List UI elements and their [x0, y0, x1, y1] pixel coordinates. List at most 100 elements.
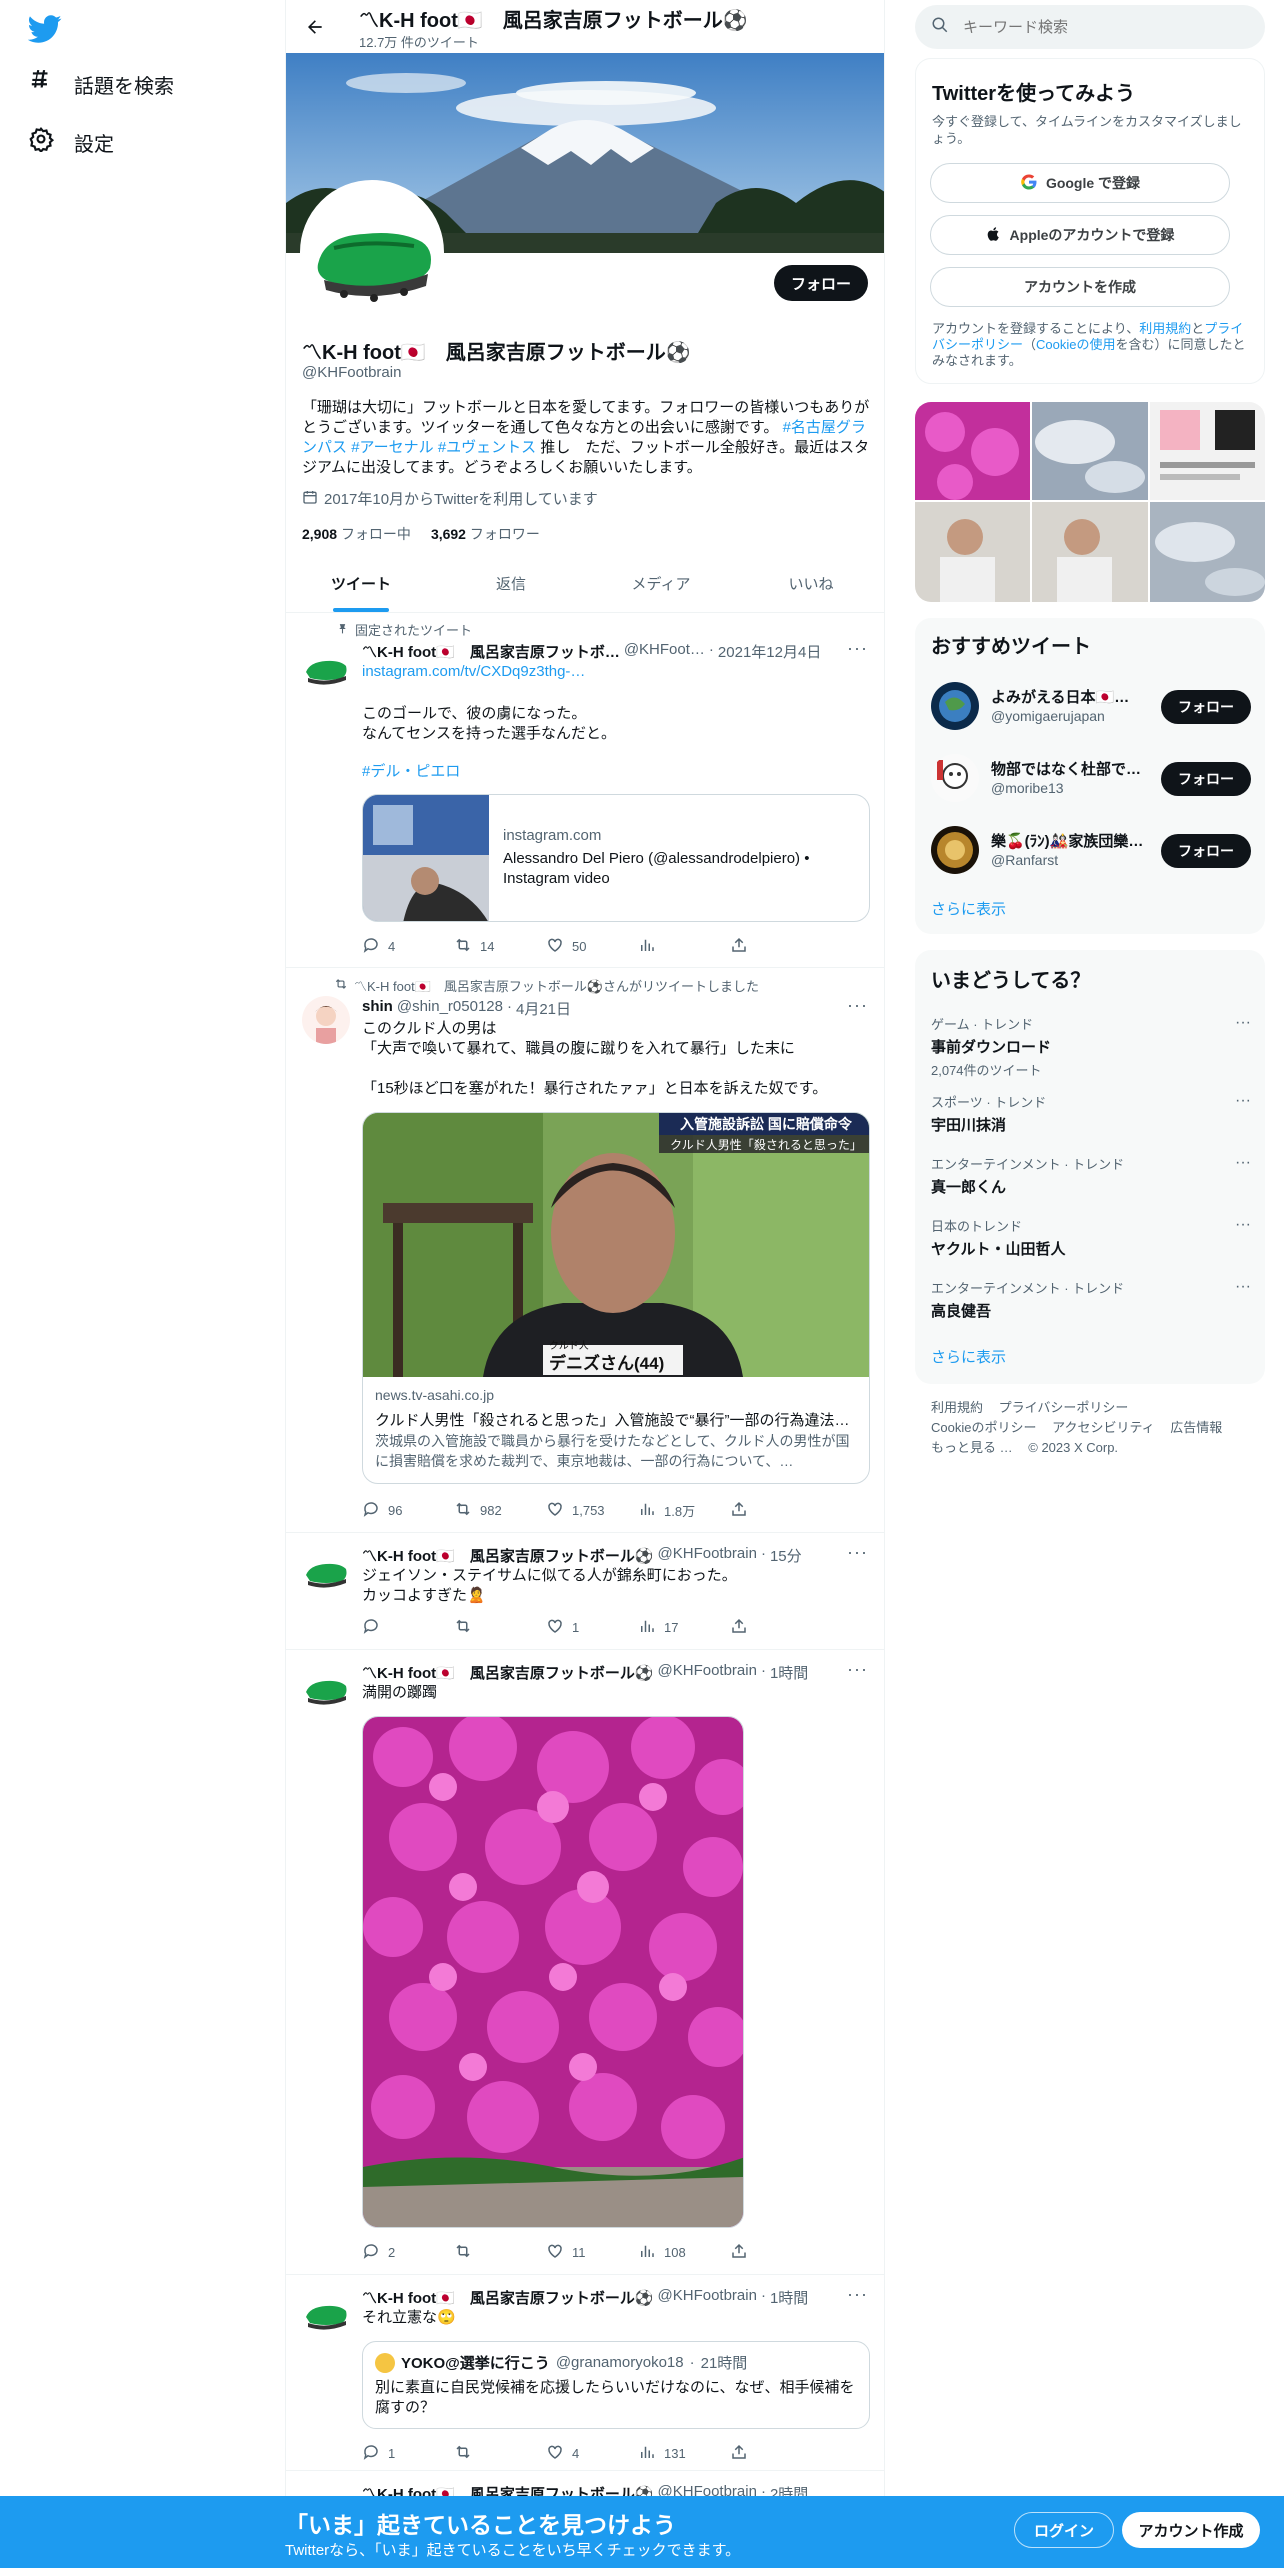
who-to-follow-show-more[interactable]: さらに表示 — [931, 898, 1006, 919]
share-button[interactable] — [730, 1500, 822, 1521]
tweet-time[interactable]: 2021年12月4日 — [718, 641, 821, 662]
like-button[interactable]: 50 — [546, 936, 638, 957]
tweet-time[interactable]: 15分 — [770, 1545, 802, 1566]
tweet-statham[interactable]: 〽K-H foot🇯🇵 風呂家吉原フットボール⚽ @KHFootbrain · … — [286, 1533, 884, 1650]
trend-item[interactable]: エンターテインメント · トレンド 真一郎くん ··· — [931, 1154, 1251, 1197]
more-icon[interactable]: ··· — [847, 638, 868, 659]
retweet-button[interactable] — [454, 2443, 546, 2464]
more-icon[interactable]: ··· — [1235, 1154, 1251, 1172]
tweet-link[interactable]: instagram.com/tv/CXDq9z3thg-… — [362, 662, 872, 682]
tweet-avatar[interactable] — [302, 996, 350, 1044]
suggestion-avatar[interactable] — [931, 682, 979, 730]
tweet-author-name[interactable]: shin — [362, 998, 393, 1019]
media-thumb-azalea[interactable] — [915, 402, 1030, 500]
tweet-author-handle[interactable]: @KHFootbrain — [658, 1662, 757, 1683]
tweet-hashtag[interactable]: #デル・ピエロ — [362, 762, 872, 782]
reply-button[interactable]: 4 — [362, 936, 454, 957]
like-button[interactable]: 1,753 — [546, 1500, 638, 1521]
suggestion-name[interactable]: よみがえる日本🇯🇵… — [991, 686, 1151, 707]
like-button[interactable]: 1 — [546, 1617, 638, 1638]
suggestion-item[interactable]: 樂🍒(ﾗﾝ)🎎家族団欒… @Ranfarst フォロー — [931, 822, 1251, 882]
tweet-author-name[interactable]: 〽K-H foot🇯🇵 風呂家吉原フットボール⚽ — [362, 1545, 654, 1566]
google-signup-button[interactable]: Google で登録 — [930, 163, 1230, 203]
retweet-button[interactable]: 982 — [454, 1500, 546, 1521]
search-input[interactable] — [963, 18, 1243, 36]
suggestion-name[interactable]: 物部ではなく杜部で… — [991, 758, 1151, 779]
reply-button[interactable]: 1 — [362, 2443, 454, 2464]
tweet-avatar[interactable] — [302, 644, 350, 692]
login-button[interactable]: ログイン — [1014, 2512, 1114, 2548]
reply-button[interactable] — [362, 1617, 454, 1638]
tweet-author-handle[interactable]: @KHFootbrain — [658, 1545, 757, 1566]
nav-settings[interactable]: 設定 — [28, 126, 114, 158]
share-button[interactable] — [730, 936, 822, 957]
nav-explore[interactable]: 話題を検索 — [28, 68, 174, 100]
share-button[interactable] — [730, 2242, 822, 2263]
tweet-author-handle[interactable]: @KHFootbrain — [658, 2287, 757, 2308]
retweet-button[interactable] — [454, 1617, 546, 1638]
cookie-link[interactable]: Cookieの使用 — [1036, 337, 1115, 352]
retweet-button[interactable]: 14 — [454, 936, 546, 957]
footer-privacy[interactable]: プライバシーポリシー — [999, 1400, 1129, 1415]
tweet-pinned[interactable]: 固定されたツイート 〽K-H foot🇯🇵 風呂家吉原フットボ… @KHFoot… — [286, 614, 884, 968]
footer-cookie[interactable]: Cookieのポリシー — [931, 1420, 1036, 1435]
trend-item[interactable]: スポーツ · トレンド 宇田川抹消 ··· — [931, 1092, 1251, 1135]
footer-ads[interactable]: 広告情報 — [1170, 1420, 1222, 1435]
views-button[interactable] — [638, 936, 730, 957]
create-account-button[interactable]: アカウントを作成 — [930, 267, 1230, 307]
media-thumb-person-1[interactable] — [915, 502, 1030, 602]
tweet-retweet[interactable]: 〽K-H foot🇯🇵 風呂家吉原フットボール⚽さんがリツイートしました shi… — [286, 968, 884, 1533]
suggestion-follow-button[interactable]: フォロー — [1161, 762, 1251, 796]
search-box[interactable] — [915, 5, 1265, 49]
views-button[interactable]: 17 — [638, 1617, 730, 1638]
quote-card[interactable]: YOKO@選挙に行こう @granamoryoko18 · 21時間 別に素直に… — [362, 2341, 870, 2429]
tweet-photo[interactable] — [362, 1716, 744, 2228]
more-icon[interactable]: ··· — [1235, 1092, 1251, 1110]
bio-hashtag-arsenal[interactable]: #アーセナル — [351, 439, 433, 456]
more-icon[interactable]: ··· — [1235, 1216, 1251, 1234]
tweet-avatar[interactable] — [302, 1547, 350, 1595]
media-thumb-person-2[interactable] — [1032, 502, 1148, 602]
bio-hashtag-juventus[interactable]: #ユヴェントス — [438, 439, 536, 456]
more-icon[interactable]: ··· — [847, 1542, 868, 1563]
trend-item[interactable]: ゲーム · トレンド 事前ダウンロード 2,074件のツイート ··· — [931, 1014, 1251, 1079]
trends-show-more[interactable]: さらに表示 — [931, 1346, 1006, 1367]
retweet-button[interactable] — [454, 2242, 546, 2263]
suggestion-item[interactable]: よみがえる日本🇯🇵… @yomigaerujapan フォロー — [931, 678, 1251, 738]
more-icon[interactable]: ··· — [847, 995, 868, 1016]
more-icon[interactable]: ··· — [847, 2284, 868, 2305]
suggestion-item[interactable]: 物部ではなく杜部で… @moribe13 フォロー — [931, 750, 1251, 810]
suggestion-follow-button[interactable]: フォロー — [1161, 834, 1251, 868]
apple-signup-button[interactable]: Appleのアカウントで登録 — [930, 215, 1230, 255]
tweet-avatar[interactable] — [302, 1664, 350, 1712]
tweet-author-name[interactable]: 〽K-H foot🇯🇵 風呂家吉原フットボ… — [362, 641, 620, 662]
footer-accessibility[interactable]: アクセシビリティ — [1052, 1420, 1155, 1435]
tweet-avatar[interactable] — [302, 2289, 350, 2337]
tweet-author-name[interactable]: 〽K-H foot🇯🇵 風呂家吉原フットボール⚽ — [362, 1662, 654, 1683]
more-icon[interactable]: ··· — [1235, 1278, 1251, 1296]
trend-item[interactable]: エンターテインメント · トレンド 高良健吾 ··· — [931, 1278, 1251, 1321]
like-button[interactable]: 4 — [546, 2443, 638, 2464]
reply-button[interactable]: 2 — [362, 2242, 454, 2263]
tab-media[interactable]: メディア — [586, 560, 736, 612]
suggestion-avatar[interactable] — [931, 754, 979, 802]
suggestion-follow-button[interactable]: フォロー — [1161, 690, 1251, 724]
like-button[interactable]: 11 — [546, 2242, 638, 2263]
reply-button[interactable]: 96 — [362, 1500, 454, 1521]
more-icon[interactable]: ··· — [1235, 1014, 1251, 1032]
followers-link[interactable]: 3,692 フォロワー — [431, 524, 540, 544]
suggestion-name[interactable]: 樂🍒(ﾗﾝ)🎎家族団欒… — [991, 830, 1151, 851]
views-button[interactable]: 108 — [638, 2242, 730, 2263]
tab-likes[interactable]: いいね — [736, 560, 884, 612]
views-button[interactable]: 131 — [638, 2443, 730, 2464]
tweet-author-handle[interactable]: @shin_r050128 — [397, 998, 503, 1019]
share-button[interactable] — [730, 1617, 822, 1638]
trend-item[interactable]: 日本のトレンド ヤクルト・山田哲人 ··· — [931, 1216, 1251, 1259]
signup-button[interactable]: アカウント作成 — [1122, 2512, 1260, 2548]
news-card[interactable]: 入管施設訴訟 国に賠償命令 クルド人男性「殺されると思った」 クルド人 デニズさ… — [362, 1112, 870, 1484]
profile-avatar[interactable] — [300, 180, 444, 324]
twitter-logo-icon[interactable] — [27, 12, 62, 46]
back-button[interactable] — [298, 12, 332, 46]
tab-tweets[interactable]: ツイート — [286, 560, 436, 612]
footer-terms[interactable]: 利用規約 — [931, 1400, 983, 1415]
